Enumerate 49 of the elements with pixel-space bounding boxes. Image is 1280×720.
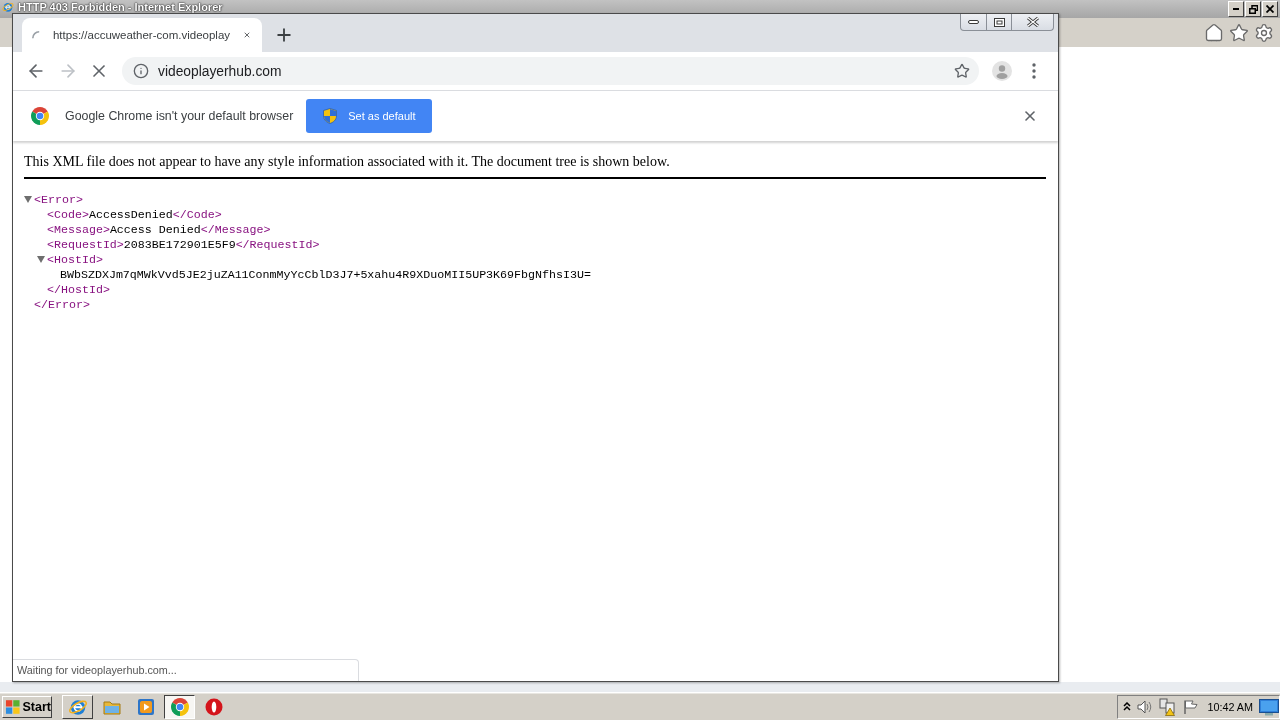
restore-button[interactable] — [1245, 1, 1261, 17]
xml-element-line: <RequestId>2083BE172901E5F9</RequestId> — [47, 237, 320, 252]
browser-logo-icon — [2, 1, 14, 13]
infobar-message: Google Chrome isn't your default browser — [65, 109, 294, 123]
start-flag-icon — [5, 698, 21, 715]
address-bar[interactable]: videoplayerhub.com — [122, 57, 979, 85]
close-icon[interactable] — [1022, 108, 1038, 124]
close-icon — [1026, 17, 1039, 27]
url-text: videoplayerhub.com — [158, 63, 283, 79]
chevron-up-icon[interactable] — [1123, 701, 1132, 712]
status-bubble: Waiting for videoplayerhub.com... — [13, 659, 359, 681]
tab-title: https://accuweather-com.videoplay — [52, 29, 231, 41]
info-icon[interactable] — [133, 63, 149, 79]
browser-logo-icon[interactable] — [170, 697, 189, 716]
settings-icon[interactable] — [1254, 22, 1274, 43]
xml-text-line: BWbSZDXJm7qMWkVvd5JE2juZA11ConmMyYcCblD3J7+5xahu4R9XDuoMII5UP3K69FbgNfhsI3U= — [60, 267, 591, 282]
xml-open-tag: <Error> — [34, 192, 83, 207]
clock-time[interactable]: 10:42 AM — [1207, 700, 1253, 713]
menu-dots-icon[interactable] — [1032, 63, 1036, 79]
xml-open-tag: <HostId> — [47, 252, 103, 267]
browser-tab[interactable]: https://accuweather-com.videoplay — [22, 18, 262, 52]
browser-logo-icon — [31, 107, 49, 125]
maximize-icon — [993, 17, 1005, 27]
xml-notice: This XML file does not appear to have any style information associated with it. The document tree is shown below. — [24, 153, 670, 171]
restore-icon — [1248, 4, 1258, 14]
speaker-icon[interactable] — [1137, 698, 1154, 715]
close-icon — [1266, 5, 1274, 13]
shield-icon — [323, 108, 338, 124]
xml-element-line: <Message>Access Denied</Message> — [47, 222, 271, 237]
xml-element-line: <Code>AccessDenied</Code> — [47, 207, 222, 222]
star-icon[interactable] — [1229, 22, 1249, 43]
minimize-button[interactable] — [1228, 1, 1244, 17]
network-warning-icon[interactable] — [1159, 697, 1178, 716]
minimize-icon — [1233, 8, 1239, 10]
window-title: HTTP 403 Forbidden - Internet Explorer — [18, 1, 223, 13]
set-default-button[interactable]: Set as default — [306, 99, 433, 133]
play-icon[interactable] — [136, 697, 155, 716]
expand-triangle-icon[interactable] — [24, 196, 32, 203]
minimize-icon — [968, 20, 979, 24]
flag-icon[interactable] — [1183, 698, 1200, 715]
show-desktop-icon[interactable] — [1259, 697, 1279, 716]
home-icon[interactable] — [1204, 22, 1224, 43]
start-button[interactable]: Start — [2, 695, 52, 718]
xml-close-tag: </Error> — [34, 297, 90, 312]
expand-triangle-icon[interactable] — [37, 256, 45, 263]
xml-close-tag: </HostId> — [47, 282, 110, 297]
ring-icon[interactable] — [204, 697, 223, 716]
taskbar-app-button[interactable] — [164, 694, 195, 719]
bookmark-star-icon[interactable] — [954, 63, 970, 79]
